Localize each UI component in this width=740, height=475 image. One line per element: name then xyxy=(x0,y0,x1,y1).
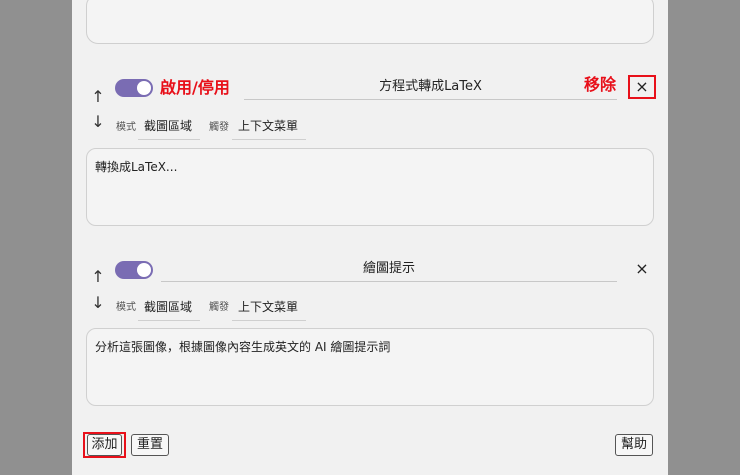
rule2-trigger-label: 觸發 xyxy=(209,302,229,313)
rule2-trigger-select[interactable]: 上下文菜單 xyxy=(232,295,306,321)
rule1-mode-select[interactable]: 截圖區域 xyxy=(138,114,200,140)
toggle-annotation: 啟用/停用 xyxy=(160,78,230,97)
rule1-close-icon[interactable]: × xyxy=(631,76,653,98)
remove-annotation: 移除 xyxy=(584,75,617,94)
rule2-move-down-icon[interactable]: ↓ xyxy=(91,294,105,312)
rule1-prompt-textarea[interactable]: 轉換成LaTeX... xyxy=(86,148,654,226)
rule2-prompt-textarea[interactable]: 分析這張圖像，根據圖像內容生成英文的 AI 繪圖提示詞 xyxy=(86,328,654,406)
move-down-icon[interactable]: ↓ xyxy=(91,113,105,131)
rule1-enable-toggle[interactable] xyxy=(115,79,153,97)
rule1-name-input[interactable]: 方程式轉成LaTeX xyxy=(244,76,617,100)
help-button[interactable]: 幫助 xyxy=(615,434,653,456)
previous-rule-prompt-textarea[interactable] xyxy=(86,0,654,44)
rule2-close-icon[interactable]: × xyxy=(631,258,653,280)
rule2-enable-toggle[interactable] xyxy=(115,261,153,279)
rule2-mode-select[interactable]: 截圖區域 xyxy=(138,295,200,321)
rule1-trigger-label: 觸發 xyxy=(209,122,229,133)
rule2-name-input[interactable]: 繪圖提示 xyxy=(161,258,617,282)
add-button[interactable]: 添加 xyxy=(87,434,122,456)
rule1-mode-label: 模式 xyxy=(116,122,136,133)
rule2-mode-label: 模式 xyxy=(116,302,136,313)
move-up-icon[interactable]: ↑ xyxy=(91,88,105,106)
reset-button[interactable]: 重置 xyxy=(131,434,169,456)
rule1-trigger-select[interactable]: 上下文菜單 xyxy=(232,114,306,140)
rule2-move-up-icon[interactable]: ↑ xyxy=(91,268,105,286)
